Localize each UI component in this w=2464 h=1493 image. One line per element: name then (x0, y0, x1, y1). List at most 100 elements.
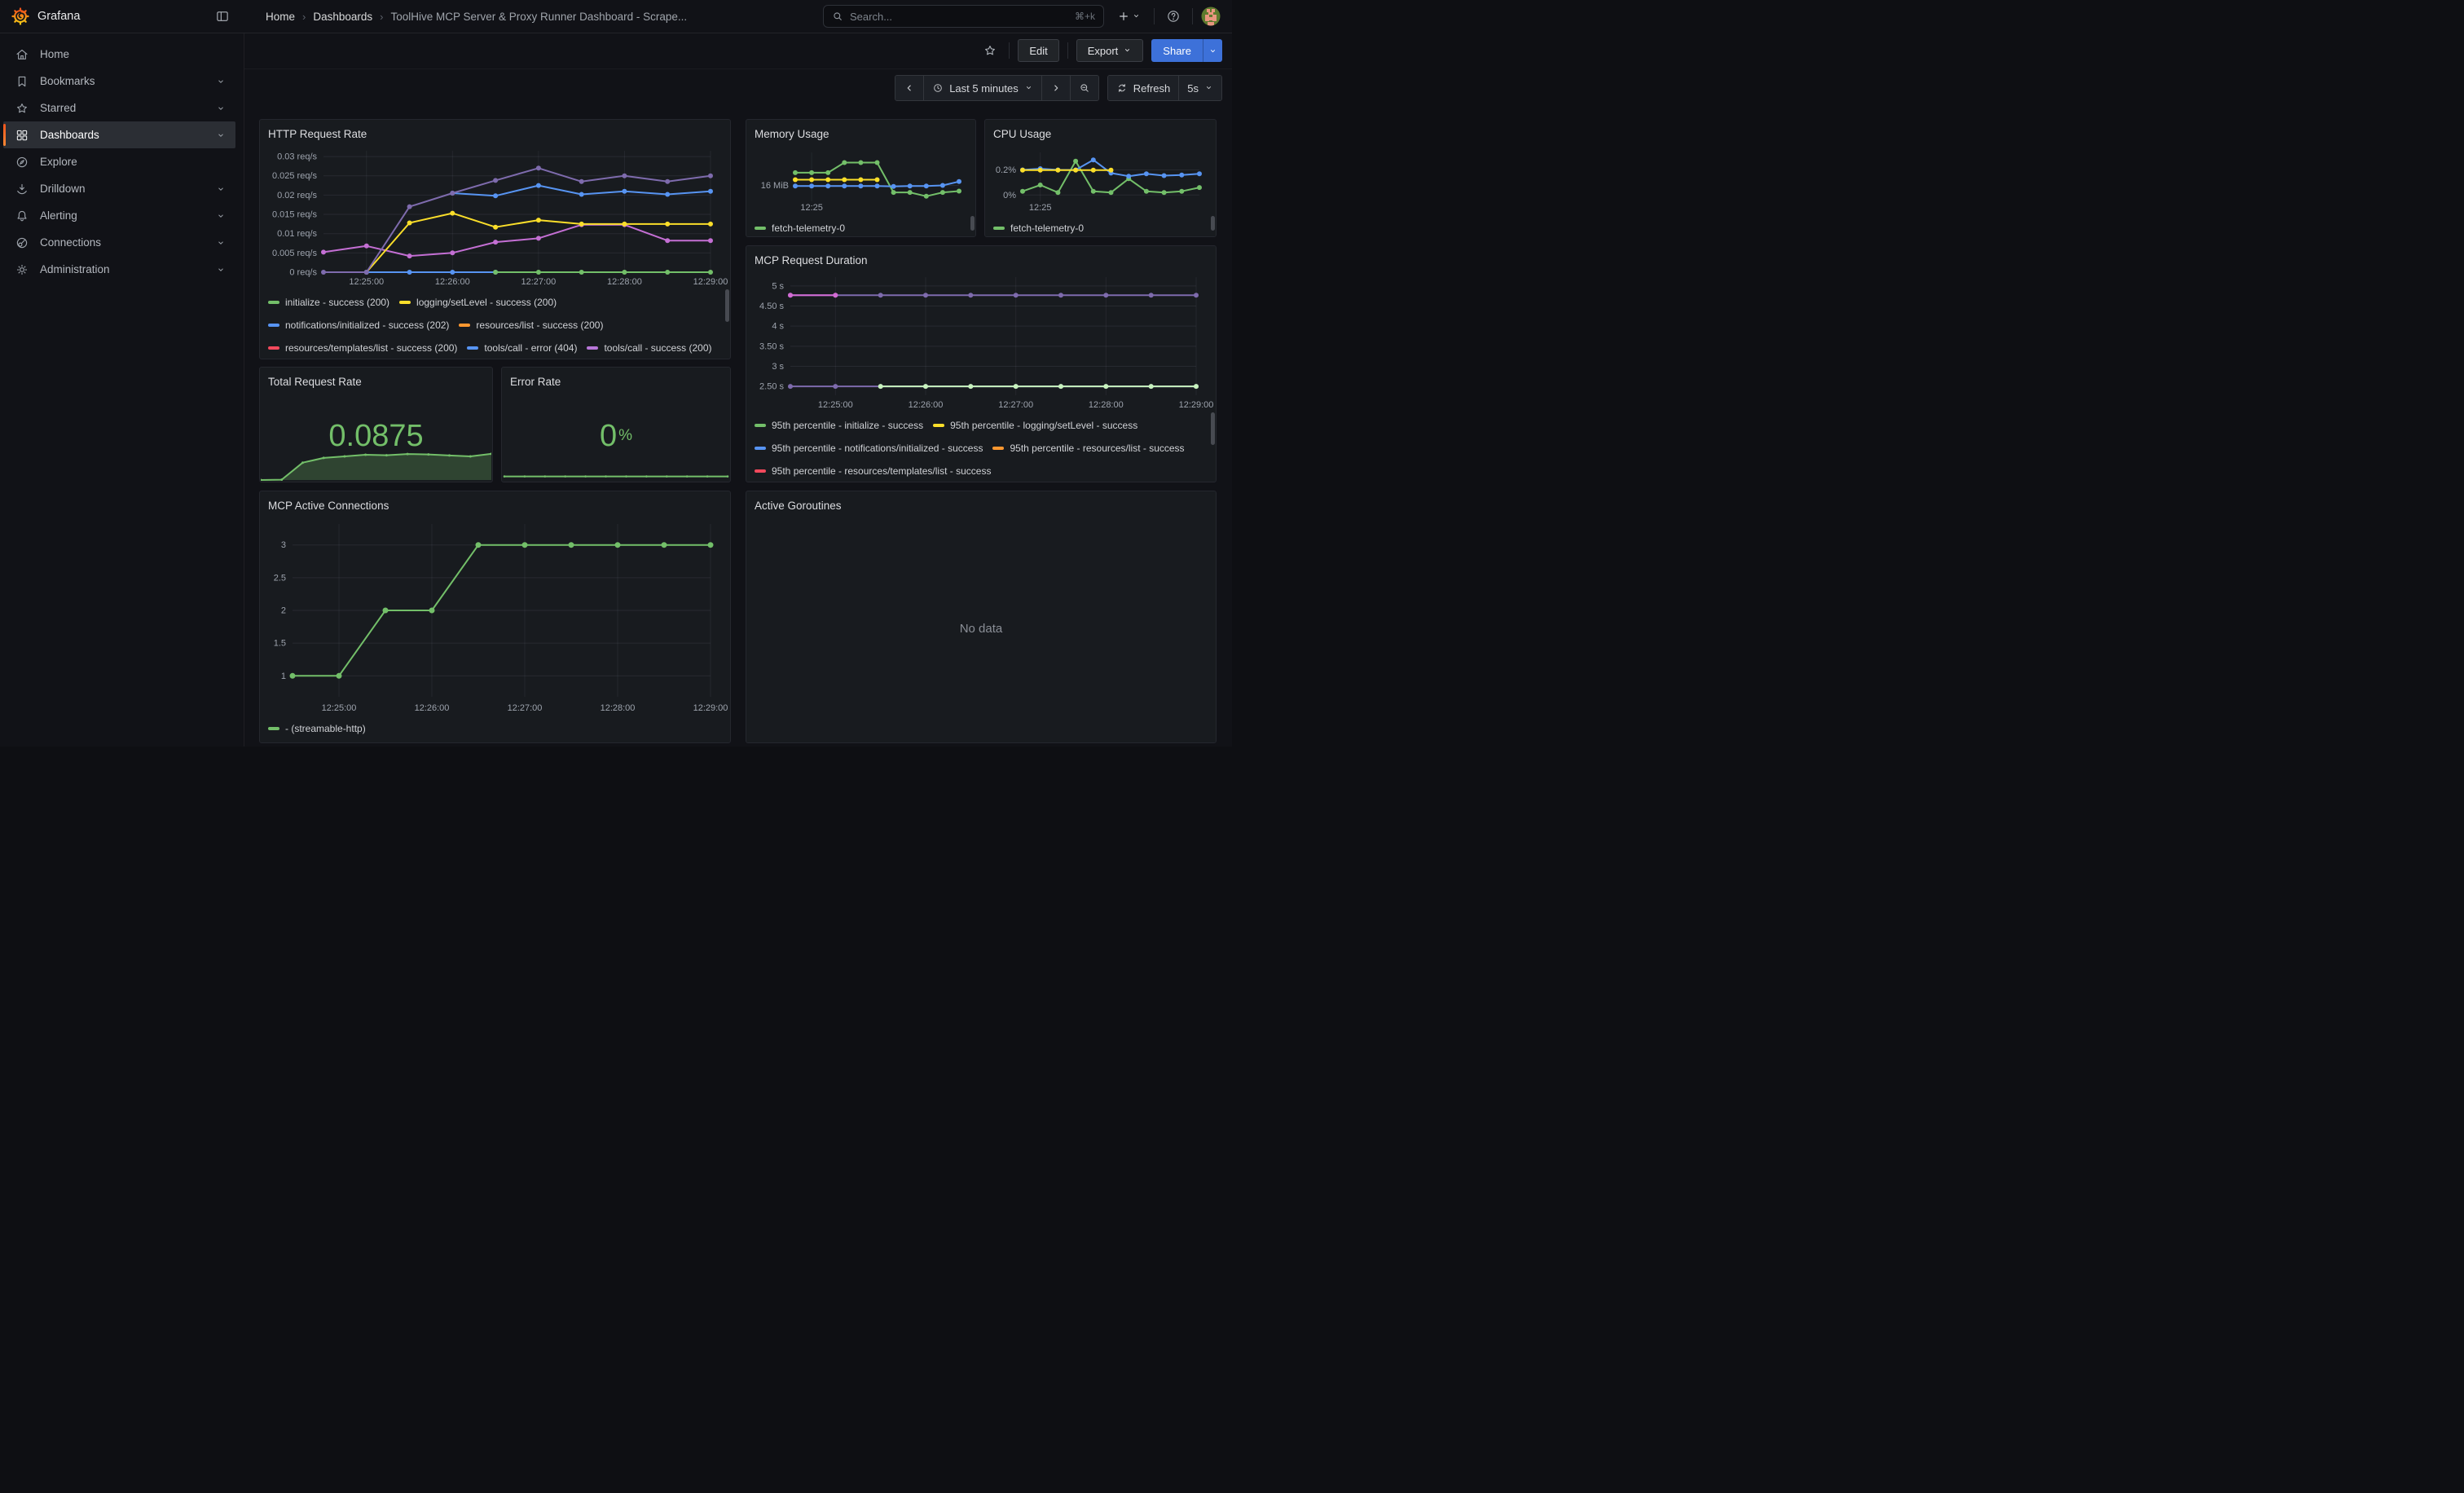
help-icon (1166, 9, 1181, 24)
sidebar-item-explore[interactable]: Explore (3, 148, 235, 175)
sidebar-item-alerting[interactable]: Alerting (3, 202, 235, 229)
legend-item[interactable]: fetch-telemetry-0 (755, 222, 845, 235)
sidebar-item-label: Alerting (40, 209, 216, 222)
sidebar-item-bookmarks[interactable]: Bookmarks (3, 68, 235, 95)
legend-scrollbar[interactable] (970, 216, 975, 231)
legend-label: notifications/initialized - success (202… (285, 319, 449, 332)
search-shortcut: ⌘+k (1075, 11, 1095, 22)
divider (1192, 8, 1193, 24)
search-input[interactable]: Search... ⌘+k (823, 5, 1104, 28)
legend-scrollbar[interactable] (1211, 216, 1215, 231)
legend-label: tools/call - error (404) (484, 341, 577, 355)
sidebar-item-home[interactable]: Home (3, 41, 235, 68)
chevron-down-icon (1132, 11, 1141, 23)
share-menu-button[interactable] (1203, 39, 1222, 62)
panel-active-goroutines: Active Goroutines No data (746, 491, 1217, 743)
cpu-usage-chart[interactable]: 0%0.2%12:25 (993, 146, 1208, 214)
zoom-out-button[interactable] (1070, 76, 1098, 100)
sidebar-item-drilldown[interactable]: Drilldown (3, 175, 235, 202)
chevron-down-icon (216, 77, 226, 86)
dashboard-grid: HTTP Request Rate 0 req/s0.005 req/s0.01… (244, 107, 1232, 746)
legend-label: 95th percentile - resources/templates/li… (772, 465, 991, 478)
legend-item[interactable]: 95th percentile - resources/list - succe… (992, 442, 1184, 455)
breadcrumb-item[interactable]: Home (266, 11, 295, 23)
sidebar-toggle-button[interactable] (212, 6, 233, 27)
time-shift-forward-button[interactable] (1041, 76, 1070, 100)
zoom-out-icon (1079, 82, 1090, 94)
http-request-rate-chart[interactable]: 0 req/s0.005 req/s0.01 req/s0.015 req/s0… (268, 146, 722, 288)
legend-item[interactable]: resources/templates/list - success (200) (268, 341, 457, 355)
legend-item[interactable]: notifications/initialized - success (202… (268, 319, 449, 332)
panel-title[interactable]: Memory Usage (755, 126, 967, 146)
sidebar-item-label: Explore (40, 156, 235, 168)
panel-mcp-active-connections: MCP Active Connections 11.522.5312:25:00… (259, 491, 731, 743)
export-button[interactable]: Export (1076, 39, 1144, 62)
refresh-interval-picker[interactable]: 5s (1178, 76, 1221, 100)
breadcrumb-item: ToolHive MCP Server & Proxy Runner Dashb… (391, 11, 688, 23)
svg-text:3: 3 (281, 540, 286, 550)
legend-item[interactable]: initialize - success (200) (268, 296, 389, 309)
legend-scrollbar[interactable] (1211, 412, 1215, 445)
sidebar-item-connections[interactable]: Connections (3, 229, 235, 256)
memory-usage-chart[interactable]: 16 MiB12:25 (755, 146, 967, 214)
mcp-active-connections-chart[interactable]: 11.522.5312:25:0012:26:0012:27:0012:28:0… (268, 517, 722, 715)
panel-title[interactable]: CPU Usage (993, 126, 1208, 146)
legend-item[interactable]: tools/call - success (200) (587, 341, 711, 355)
apps-icon (15, 128, 29, 143)
legend-label: resources/list - success (200) (476, 319, 603, 332)
error-rate-unit: % (618, 427, 632, 445)
legend-item[interactable]: - (streamable-http) (268, 722, 366, 735)
panel-title[interactable]: MCP Request Duration (755, 253, 1208, 272)
sidebar-item-administration[interactable]: Administration (3, 256, 235, 283)
svg-text:12:29:00: 12:29:00 (1179, 400, 1214, 410)
panel-title[interactable]: HTTP Request Rate (268, 126, 722, 146)
legend-item[interactable]: logging/setLevel - success (200) (399, 296, 557, 309)
breadcrumb-item[interactable]: Dashboards (313, 11, 372, 23)
legend-item[interactable]: 95th percentile - notifications/initiali… (755, 442, 983, 455)
chevron-down-icon (216, 238, 226, 248)
add-button[interactable] (1112, 9, 1146, 24)
panel-error-rate: Error Rate 0 % (501, 367, 731, 482)
svg-text:12:25:00: 12:25:00 (322, 703, 357, 713)
legend-item[interactable]: 95th percentile - initialize - success (755, 419, 923, 432)
legend-item[interactable]: tools/call - error (404) (467, 341, 577, 355)
time-range-group: Last 5 minutes (895, 75, 1099, 101)
mcp-request-duration-chart[interactable]: 2.50 s3 s3.50 s4 s4.50 s5 s12:25:0012:26… (755, 272, 1208, 412)
panel-title[interactable]: MCP Active Connections (268, 498, 722, 517)
edit-button[interactable]: Edit (1018, 39, 1058, 62)
svg-text:5 s: 5 s (772, 281, 784, 291)
legend-color-pill (268, 727, 279, 730)
sidebar-item-label: Home (40, 48, 235, 60)
dashboard-action-bar: Edit Export Share (244, 33, 1232, 69)
legend-label: fetch-telemetry-0 (772, 222, 845, 235)
time-range-picker[interactable]: Last 5 minutes (923, 76, 1041, 100)
panel-http-request-rate: HTTP Request Rate 0 req/s0.005 req/s0.01… (259, 119, 731, 359)
chevron-right-icon (1050, 82, 1062, 94)
time-shift-back-button[interactable] (895, 76, 923, 100)
time-controls: Last 5 minutes Refresh 5s (244, 69, 1232, 107)
legend-item[interactable]: 95th percentile - resources/templates/li… (755, 465, 991, 478)
grafana-logo-icon (11, 7, 29, 25)
grafana-app: Grafana Home›Dashboards›ToolHive MCP Ser… (0, 0, 1232, 746)
legend-item[interactable]: fetch-telemetry-0 (993, 222, 1084, 235)
legend-label: 95th percentile - initialize - success (772, 419, 923, 432)
refresh-button[interactable]: Refresh (1108, 76, 1179, 100)
legend-scrollbar[interactable] (725, 289, 729, 322)
legend-label: 95th percentile - notifications/initiali… (772, 442, 983, 455)
svg-text:0.2%: 0.2% (996, 165, 1016, 175)
sidebar-item-dashboards[interactable]: Dashboards (3, 121, 235, 148)
sidebar-item-label: Starred (40, 102, 216, 114)
legend-item[interactable]: resources/list - success (200) (459, 319, 603, 332)
help-button[interactable] (1163, 6, 1184, 27)
legend-label: 95th percentile - resources/list - succe… (1010, 442, 1184, 455)
svg-text:0.03 req/s: 0.03 req/s (277, 152, 317, 162)
sidebar-item-label: Dashboards (40, 129, 216, 141)
chart-legend: initialize - success (200) logging/setLev… (268, 293, 722, 362)
sidebar-item-starred[interactable]: Starred (3, 95, 235, 121)
profile-avatar[interactable] (1201, 7, 1221, 26)
favorite-star-button[interactable] (979, 40, 1001, 61)
share-button[interactable]: Share (1151, 39, 1203, 62)
legend-item[interactable]: 95th percentile - logging/setLevel - suc… (933, 419, 1137, 432)
star-icon (15, 101, 29, 116)
svg-text:12:25: 12:25 (1029, 203, 1052, 213)
